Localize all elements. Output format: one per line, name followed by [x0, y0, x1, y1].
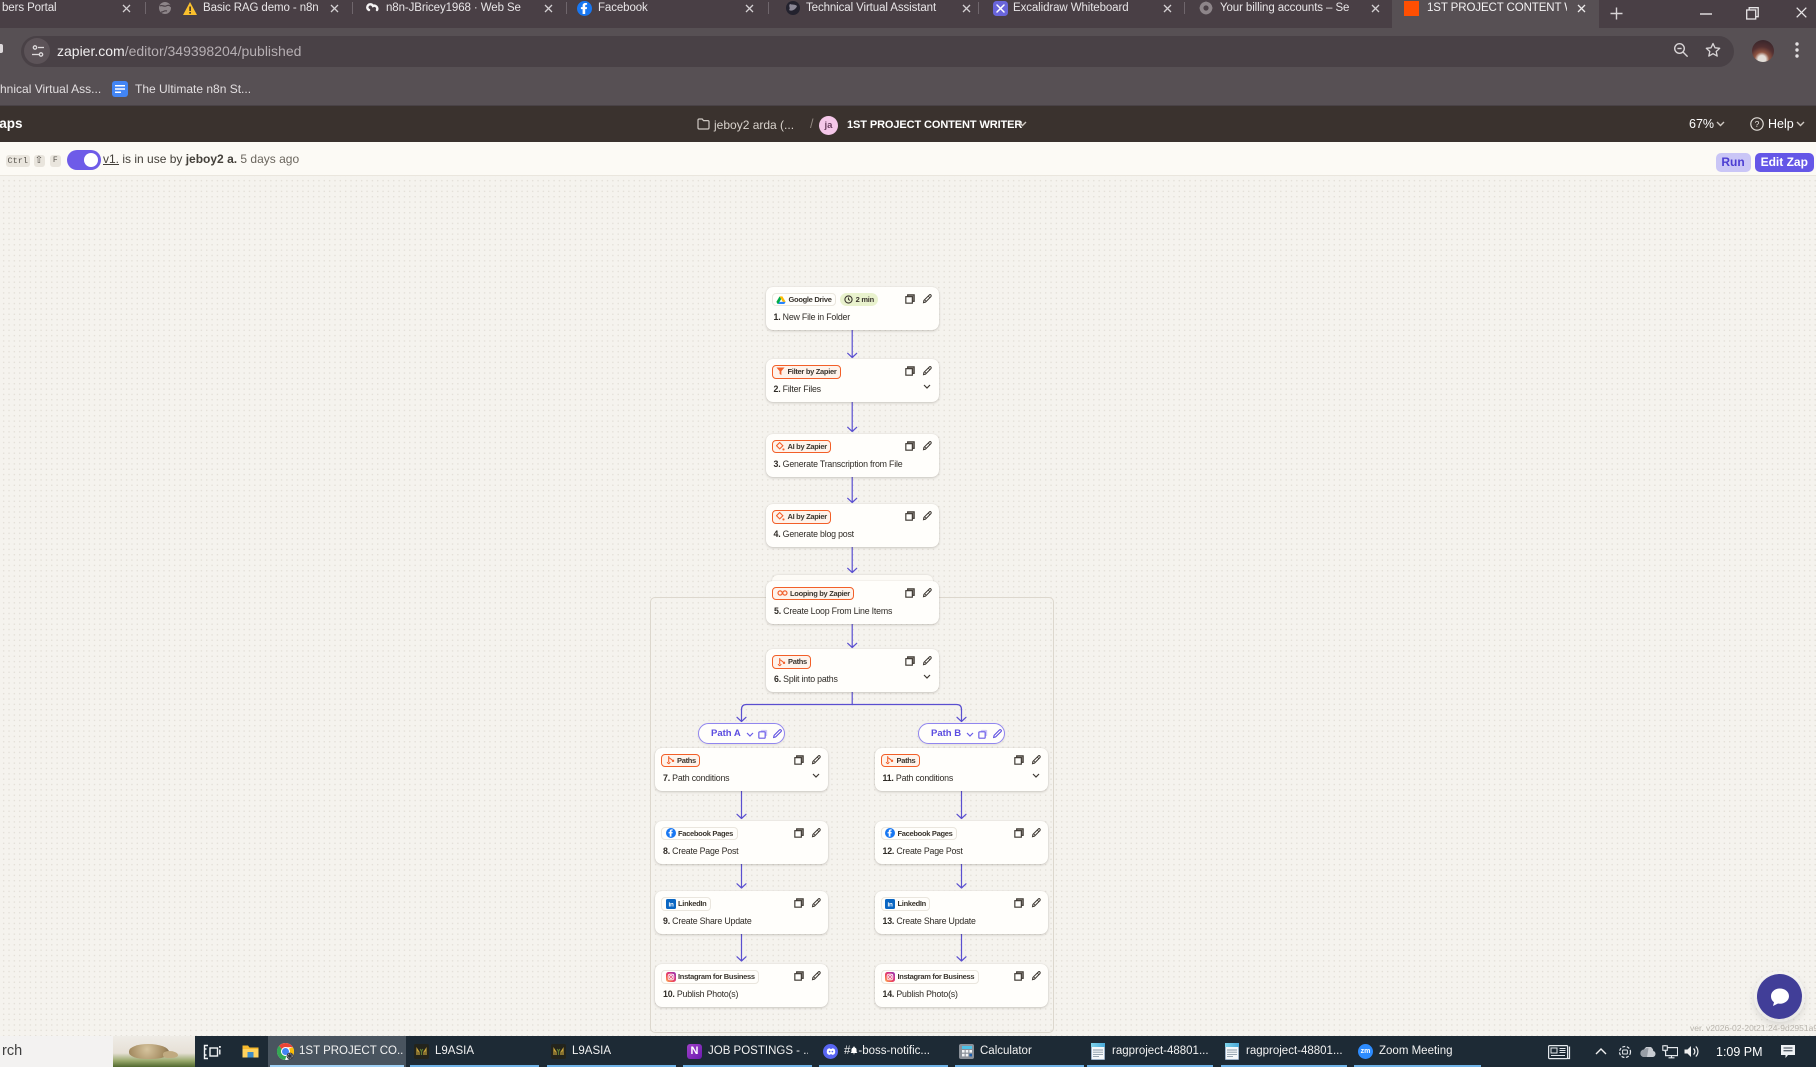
svg-text:?: ? — [1755, 119, 1760, 129]
svg-text:in: in — [887, 901, 892, 908]
svg-text:in: in — [668, 901, 673, 908]
